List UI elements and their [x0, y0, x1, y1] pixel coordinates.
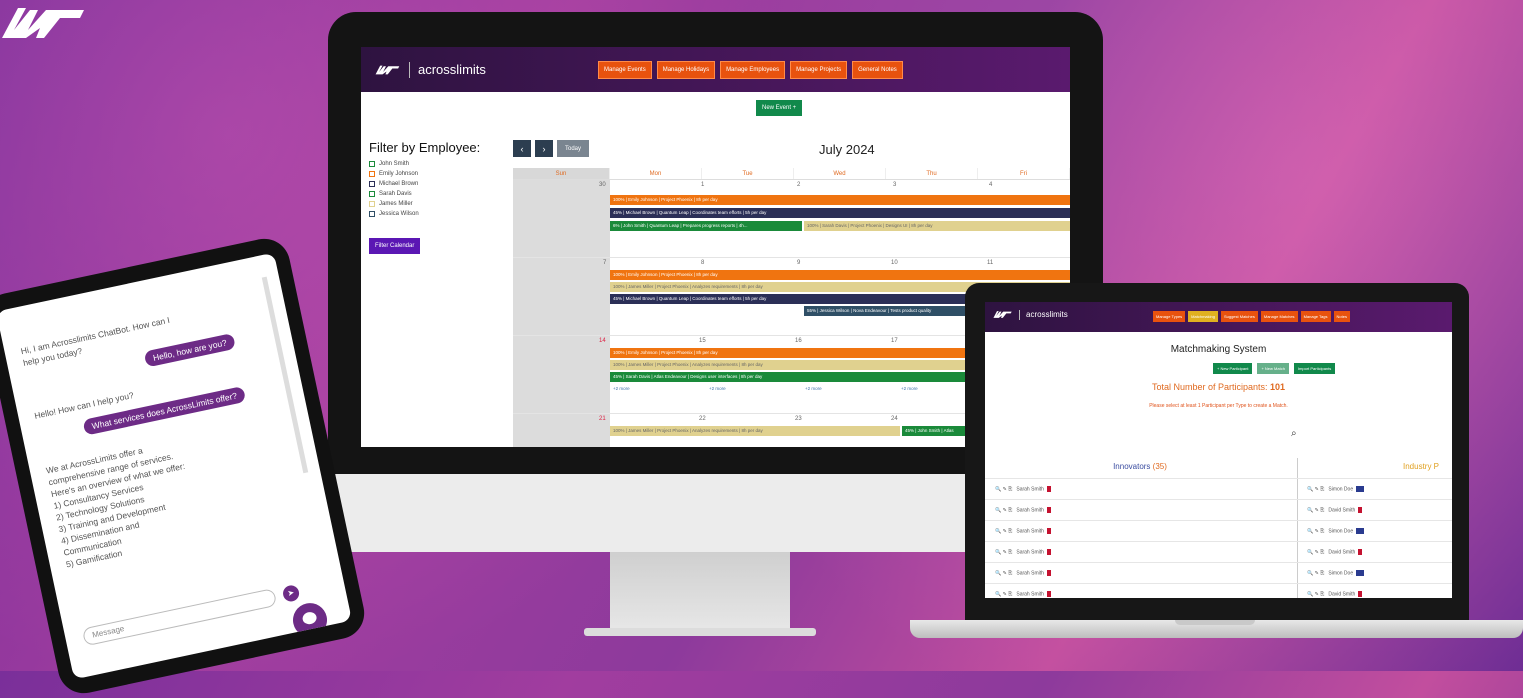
employee-item[interactable]: Sarah Davis [369, 189, 419, 199]
import-participants-button[interactable]: Import Participants [1293, 363, 1336, 374]
monitor-stand [610, 552, 790, 634]
employee-item[interactable]: Jessica Wilson [369, 209, 419, 219]
nav-matchmaking[interactable]: Matchmaking [1188, 311, 1218, 322]
employee-item[interactable]: Michael Brown [369, 179, 419, 189]
checkbox-icon [369, 211, 375, 217]
filter-title: Filter by Employee: [369, 140, 481, 155]
nav-general-notes[interactable]: General Notes [852, 61, 903, 79]
calendar-nav: ‹ › Today [513, 140, 589, 157]
calendar-event[interactable]: 100% | Emily Johnson | Project Phoenix |… [610, 270, 1070, 280]
main-nav: Manage Types Matchmaking Suggest Matches… [1153, 311, 1350, 322]
nav-manage-tags[interactable]: Manage Tags [1300, 311, 1331, 322]
chatbot-screen: Hi, I am Acrosslimits ChatBot. How can I… [0, 252, 352, 680]
calendar-event[interactable]: 100% | Sarah Davis | Project Phoenix | D… [804, 221, 1070, 231]
top-bar: acrosslimits Manage Events Manage Holida… [361, 47, 1070, 92]
table-row[interactable]: 🔍 ✎ ⎘ Sarah Smith 🔍 ✎ ⎘ Simon Doe [985, 478, 1452, 499]
send-icon[interactable]: ➤ [281, 583, 301, 603]
innovators-heading: Innovators (35) [1113, 462, 1167, 471]
new-participant-button[interactable]: + New Participant [1213, 363, 1253, 374]
employee-filter-list: John Smith Emily Johnson Michael Brown S… [369, 159, 419, 219]
table-row[interactable]: 🔍 ✎ ⎘ Sarah Smith 🔍 ✎ ⎘ Simon Doe [985, 562, 1452, 583]
employee-item[interactable]: Emily Johnson [369, 169, 419, 179]
table-row[interactable]: 🔍 ✎ ⎘ Sarah Smith 🔍 ✎ ⎘ David Smith [985, 541, 1452, 562]
checkbox-icon [369, 161, 375, 167]
table-row[interactable]: 🔍 ✎ ⎘ Sarah Smith 🔍 ✎ ⎘ Simon Doe [985, 520, 1452, 541]
next-month-button[interactable]: › [535, 140, 553, 157]
employee-item[interactable]: James Miller [369, 199, 419, 209]
action-buttons: + New Participant + New Match Import Par… [1213, 363, 1336, 374]
total-participants: Total Number of Participants: 101 [1151, 382, 1286, 392]
brand: acrosslimits [993, 309, 1068, 320]
main-nav: Manage Events Manage Holidays Manage Emp… [598, 61, 903, 79]
matchmaking-app: acrosslimits Manage Types Matchmaking Su… [985, 302, 1452, 598]
calendar-event[interactable]: 100% | James Miller | Project Phoenix | … [610, 426, 900, 436]
nav-manage-matches[interactable]: Manage Matches [1260, 311, 1298, 322]
new-match-button[interactable]: + New Match [1257, 363, 1289, 374]
calendar-month-title: July 2024 [819, 142, 875, 157]
prev-month-button[interactable]: ‹ [513, 140, 531, 157]
acrosslimits-logo [2, 8, 84, 38]
table-row[interactable]: 🔍 ✎ ⎘ Sarah Smith 🔍 ✎ ⎘ David Smith [985, 583, 1452, 598]
nav-manage-types[interactable]: Manage Types [1153, 311, 1186, 322]
message-input[interactable]: Message [81, 587, 278, 647]
nav-suggest-matches[interactable]: Suggest Matches [1220, 311, 1258, 322]
calendar-event[interactable]: 45% | Michael Brown | Quantum Leap | Coo… [610, 208, 1070, 218]
calendar-event[interactable]: 100% | Emily Johnson | Project Phoenix |… [610, 195, 1070, 205]
nav-manage-holidays[interactable]: Manage Holidays [656, 61, 716, 79]
chat-bubble-icon[interactable] [289, 599, 331, 641]
weekday-header: Sun Mon Tue Wed Thu Fri [513, 168, 1070, 180]
employee-item[interactable]: John Smith [369, 159, 419, 169]
checkbox-icon [369, 171, 375, 177]
industry-heading: Industry P [1403, 462, 1440, 471]
bot-message: We at AcrossLimits offer a comprehensive … [45, 445, 186, 570]
calendar-event[interactable]: 6% | John Smith | Quantum Leap | Prepare… [610, 221, 802, 231]
top-bar: acrosslimits Manage Types Matchmaking Su… [985, 302, 1452, 332]
checkbox-icon [369, 191, 375, 197]
more-events-link[interactable]: +2 more [709, 386, 726, 391]
new-event-button[interactable]: New Event + [756, 100, 803, 116]
more-events-link[interactable]: +2 more [805, 386, 822, 391]
nav-manage-events[interactable]: Manage Events [598, 61, 652, 79]
search-icon[interactable]: ⌕ [1291, 428, 1297, 439]
more-events-link[interactable]: +2 more [613, 386, 630, 391]
logo-icon [375, 65, 400, 74]
calendar-event[interactable]: 45% | Sarah Davis | Atlas Endeavour | De… [610, 372, 970, 382]
nav-notes[interactable]: Notes [1333, 311, 1350, 322]
calendar-week: 30 1 2 3 4 100% | Emily Johnson | Project Ph… [513, 180, 1070, 258]
brand: acrosslimits [375, 61, 486, 78]
checkbox-icon [369, 181, 375, 187]
filter-calendar-button[interactable]: Filter Calendar [369, 238, 421, 254]
page-title: Matchmaking System [1170, 344, 1267, 355]
nav-manage-projects[interactable]: Manage Projects [790, 61, 848, 79]
today-button[interactable]: Today [557, 140, 589, 157]
calendar-app: acrosslimits Manage Events Manage Holida… [361, 47, 1070, 447]
table-row[interactable]: 🔍 ✎ ⎘ Sarah Smith 🔍 ✎ ⎘ David Smith [985, 499, 1452, 520]
nav-manage-employees[interactable]: Manage Employees [720, 61, 786, 79]
brand-name: acrosslimits [418, 62, 486, 77]
match-hint: Please select at least 1 Participant per… [1149, 403, 1288, 409]
logo-icon [993, 311, 1012, 318]
checkbox-icon [369, 201, 375, 207]
more-events-link[interactable]: +2 more [901, 386, 918, 391]
